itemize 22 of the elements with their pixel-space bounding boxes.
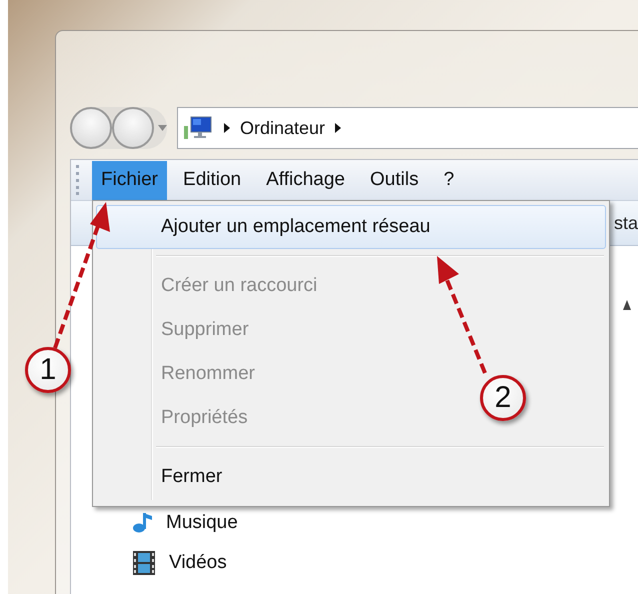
music-note-icon xyxy=(133,513,152,533)
dropdown-caret-icon[interactable] xyxy=(158,125,167,131)
menu-item[interactable]: Edition xyxy=(174,160,250,200)
breadcrumb-item[interactable]: Ordinateur xyxy=(240,118,326,138)
address-bar[interactable]: Ordinateur xyxy=(177,107,638,149)
toolbar-label: sta xyxy=(614,212,638,234)
menu-item[interactable]: ? xyxy=(434,160,464,200)
menu-item[interactable]: Fichier xyxy=(92,160,168,200)
breadcrumb-arrow-icon[interactable] xyxy=(335,123,342,133)
menu-item[interactable]: Affichage xyxy=(257,160,354,200)
back-button[interactable] xyxy=(70,107,112,149)
menu-item[interactable]: Ajouter un emplacement réseau xyxy=(96,205,606,249)
nav-item[interactable]: Musique xyxy=(166,512,238,534)
collapse-arrow-icon xyxy=(623,300,631,310)
forward-button[interactable] xyxy=(112,107,154,149)
gripper-icon xyxy=(76,165,80,195)
menu-item[interactable]: Outils xyxy=(361,160,428,200)
computer-icon xyxy=(184,116,214,140)
menu-item[interactable]: Fermer xyxy=(96,455,236,499)
nav-item[interactable]: Vidéos xyxy=(169,552,227,574)
film-strip-icon xyxy=(133,551,155,575)
breadcrumb-arrow-icon[interactable] xyxy=(224,123,230,133)
